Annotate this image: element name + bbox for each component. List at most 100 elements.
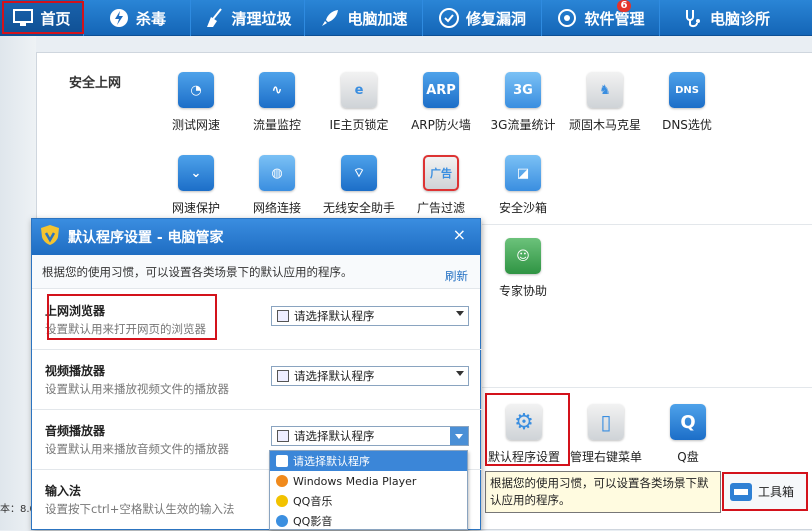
bug-fix-icon	[438, 7, 460, 29]
tool-speed-test[interactable]: ◔ 测试网速	[155, 72, 237, 133]
chevron-down-icon	[456, 371, 464, 376]
tool-label: 默认程序设置	[487, 450, 560, 464]
tool-label: 顽固木马克星	[568, 118, 641, 132]
stethoscope-icon	[682, 7, 704, 29]
select-value: 请选择默认程序	[294, 429, 375, 443]
tool-ie-lock[interactable]: e IE主页锁定	[318, 72, 400, 133]
setting-title: 视频播放器	[45, 364, 106, 378]
tool-label: 3G流量统计	[490, 118, 556, 132]
traffic-chart-icon: ∿	[259, 72, 295, 108]
qq-music-icon	[276, 495, 288, 507]
nav-cleanup-label: 清理垃圾	[231, 9, 292, 28]
setting-row-browser: 上网浏览器 设置默认用来打开网页的浏览器 请选择默认程序	[32, 290, 482, 350]
chevron-down-icon[interactable]	[450, 427, 468, 445]
rocket-icon	[319, 7, 341, 29]
gear-icon: ⚙	[506, 404, 542, 440]
app-icon	[277, 430, 289, 442]
toolbox-label: 工具箱	[758, 485, 795, 499]
setting-title: 音频播放器	[45, 424, 106, 438]
sandbox-icon: ◪	[505, 155, 541, 191]
setting-title: 上网浏览器	[45, 304, 106, 318]
nav-software[interactable]: 软件管理	[542, 0, 660, 36]
monitor-icon	[12, 7, 34, 29]
tool-traffic-monitor[interactable]: ∿ 流量监控	[236, 72, 318, 133]
globe-icon: ◍	[259, 155, 295, 191]
tool-wifi-assistant[interactable]: ⌔ 无线安全助手	[318, 155, 400, 216]
nav-speedup-label: 电脑加速	[347, 9, 408, 28]
nav-repair[interactable]: 修复漏洞	[423, 0, 542, 36]
dialog-description: 根据您的使用习惯，可以设置各类场景下的默认应用的程序。	[32, 255, 480, 289]
tool-default-programs[interactable]: ⚙ 默认程序设置	[483, 404, 565, 465]
section-divider	[482, 387, 812, 388]
dropdown-option[interactable]: 请选择默认程序	[270, 451, 467, 471]
notification-badge: 6	[617, 0, 631, 12]
nav-clinic[interactable]: 电脑诊所	[660, 0, 792, 36]
ie-lock-icon: e	[341, 72, 377, 108]
tool-label: 专家协助	[498, 284, 547, 298]
tooltip: 根据您的使用习惯，可以设置各类场景下默认应用的程序。	[485, 471, 721, 513]
puzzle-icon	[556, 7, 578, 29]
arp-icon: ARP	[423, 72, 459, 108]
tool-trojan-killer[interactable]: ♞ 顽固木马克星	[564, 72, 646, 133]
tool-net-connect[interactable]: ◍ 网络连接	[236, 155, 318, 216]
lightning-shield-icon	[108, 7, 130, 29]
tool-q-drive[interactable]: Q Q盘	[647, 404, 729, 465]
setting-title: 输入法	[45, 484, 82, 498]
tool-net-protect[interactable]: ⌄ 网速保护	[155, 155, 237, 216]
option-label: QQ影音	[293, 515, 333, 528]
close-icon[interactable]: ×	[453, 225, 466, 244]
q-drive-icon: Q	[670, 404, 706, 440]
dropdown-option[interactable]: Windows Media Player	[270, 471, 467, 491]
refresh-link[interactable]: 刷新	[445, 268, 468, 284]
tool-label: 无线安全助手	[322, 201, 395, 215]
section-title: 安全上网	[69, 76, 122, 91]
tool-label: 网络连接	[252, 201, 301, 215]
nav-antivirus-label: 杀毒	[135, 9, 166, 28]
nav-cleanup[interactable]: 清理垃圾	[191, 0, 305, 36]
tool-sandbox[interactable]: ◪ 安全沙箱	[482, 155, 564, 216]
app-icon	[277, 310, 289, 322]
select-value: 请选择默认程序	[294, 309, 375, 323]
audio-player-select[interactable]: 请选择默认程序	[271, 426, 469, 446]
dialog-title-bar[interactable]: 默认程序设置 - 电脑管家	[32, 219, 480, 255]
dns-icon: DNS	[669, 72, 705, 108]
nav-software-label: 软件管理	[584, 9, 645, 28]
tool-ad-filter[interactable]: 广告 广告过滤	[400, 155, 482, 216]
section-divider	[482, 224, 812, 225]
tool-expert-help[interactable]: ☺ 专家协助	[482, 238, 564, 299]
speed-gauge-icon: ◔	[178, 72, 214, 108]
chess-knight-icon: ♞	[587, 72, 623, 108]
top-navigation: 首页 杀毒 清理垃圾 电脑加速 修复漏洞 软件管理 电脑诊所	[0, 0, 812, 36]
browser-select[interactable]: 请选择默认程序	[271, 306, 469, 326]
setting-subtitle: 设置默认用来播放音频文件的播放器	[45, 442, 229, 456]
setting-subtitle: 设置按下ctrl+空格默认生效的输入法	[45, 502, 235, 516]
audio-player-dropdown: 请选择默认程序 Windows Media Player QQ音乐 QQ影音	[269, 450, 468, 530]
tool-arp-firewall[interactable]: ARP ARP防火墙	[400, 72, 482, 133]
app-icon	[276, 455, 288, 467]
dropdown-option[interactable]: QQ影音	[270, 511, 467, 531]
nav-speedup[interactable]: 电脑加速	[305, 0, 423, 36]
tool-label: DNS选优	[662, 118, 712, 132]
tool-3g-stats[interactable]: 3G 3G流量统计	[482, 72, 564, 133]
chevron-down-shield-icon: ⌄	[178, 155, 214, 191]
tool-label: 广告过滤	[416, 201, 465, 215]
tool-label: 流量监控	[252, 118, 301, 132]
tool-context-menu[interactable]: ▯ 管理右键菜单	[565, 404, 647, 465]
option-label: 请选择默认程序	[293, 455, 370, 468]
wmp-icon	[276, 475, 288, 487]
tool-label: Q盘	[677, 450, 699, 464]
tool-dns-optimize[interactable]: DNS DNS选优	[646, 72, 728, 133]
app-icon	[277, 370, 289, 382]
nav-home[interactable]: 首页	[0, 0, 84, 36]
broom-icon	[203, 7, 225, 29]
setting-subtitle: 设置默认用来打开网页的浏览器	[45, 322, 206, 336]
video-player-select[interactable]: 请选择默认程序	[271, 366, 469, 386]
tool-label: IE主页锁定	[329, 118, 389, 132]
nav-antivirus[interactable]: 杀毒	[84, 0, 191, 36]
dropdown-option[interactable]: QQ音乐	[270, 491, 467, 511]
nav-repair-label: 修复漏洞	[465, 9, 526, 28]
shield-logo-icon	[40, 224, 60, 250]
tool-label: 管理右键菜单	[569, 450, 642, 464]
ad-block-icon: 广告	[423, 155, 459, 191]
toolbox-button[interactable]: 工具箱	[722, 472, 808, 511]
